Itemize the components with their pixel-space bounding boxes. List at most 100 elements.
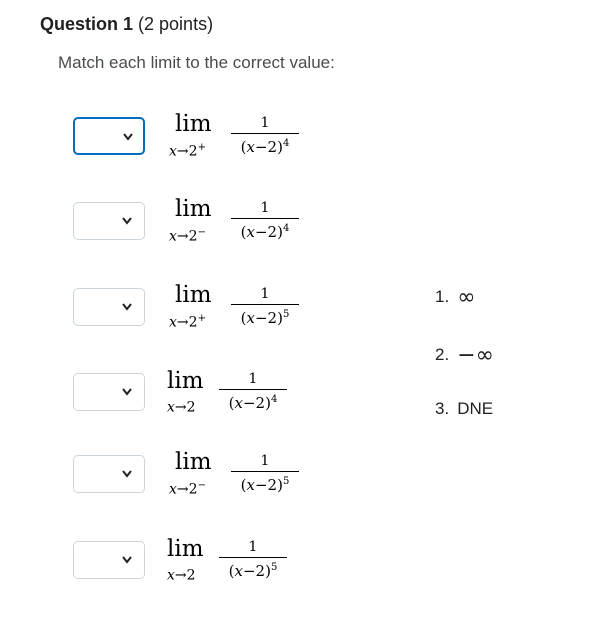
lim-arrow: → (174, 567, 187, 584)
fraction: 1 (x−2)5 (219, 539, 287, 580)
lim-point: 2 (188, 314, 198, 331)
fraction-bar (231, 304, 299, 305)
fraction: 1 (x−2)5 (231, 286, 299, 327)
denominator-base: (x−2) (240, 223, 283, 241)
denominator-exponent: 4 (270, 394, 278, 405)
lim-point: 2 (188, 143, 198, 160)
fraction-bar (219, 557, 287, 558)
denominator-base: (x−2) (228, 562, 271, 580)
lim-subscript: x→2− (169, 227, 206, 245)
lim-point: 2 (188, 481, 198, 498)
lim-operator: lim (175, 449, 212, 475)
lim-operator: lim (167, 368, 204, 394)
chevron-down-icon (120, 468, 134, 480)
answer-value: ∞ (457, 285, 476, 310)
lim-point: 2 (186, 399, 196, 416)
lim-subscript: x→2 (167, 566, 196, 584)
answer-item: 2. −∞ (435, 341, 494, 368)
answer-select[interactable] (73, 373, 145, 411)
lim-arrow: → (176, 143, 189, 160)
answer-item: 3. DNE (435, 399, 493, 419)
answer-value: −∞ (457, 343, 494, 368)
lim-operator: lim (175, 196, 212, 222)
lim-arrow: → (176, 228, 189, 245)
answer-item: 1. ∞ (435, 283, 476, 310)
lim-variable: x (169, 228, 177, 245)
fraction-denominator: (x−2)5 (241, 476, 290, 494)
fraction: 1 (x−2)4 (231, 200, 299, 241)
lim-side: + (197, 142, 206, 153)
lim-subscript: x→2+ (169, 313, 206, 331)
lim-operator: lim (175, 111, 212, 137)
match-row: lim x→2− 1 (x−2)4 (73, 196, 373, 262)
match-row: lim x→2 1 (x−2)5 (73, 536, 373, 601)
fraction: 1 (x−2)5 (231, 453, 299, 494)
answer-index: 3. (435, 399, 450, 418)
fraction-numerator: 1 (260, 453, 270, 469)
fraction: 1 (x−2)4 (231, 115, 299, 156)
lim-arrow: → (174, 399, 187, 416)
fraction-bar (231, 133, 299, 134)
lim-subscript: x→2+ (169, 142, 206, 160)
denominator-base: (x−2) (240, 476, 283, 494)
fraction-numerator: 1 (260, 286, 270, 302)
answer-select[interactable] (73, 117, 145, 155)
question-points: (2 points) (138, 14, 214, 34)
fraction: 1 (x−2)4 (219, 371, 287, 412)
lim-arrow: → (176, 314, 189, 331)
match-row: lim x→2 1 (x−2)4 (73, 368, 373, 433)
match-row: lim x→2− 1 (x−2)5 (73, 449, 373, 515)
chevron-down-icon (120, 386, 134, 398)
lim-variable: x (169, 314, 177, 331)
denominator-base: (x−2) (228, 394, 271, 412)
fraction-numerator: 1 (260, 115, 270, 131)
fraction-numerator: 1 (248, 539, 258, 555)
fraction-denominator: (x−2)4 (241, 138, 290, 156)
lim-variable: x (167, 399, 175, 416)
lim-point: 2 (188, 228, 198, 245)
fraction-bar (219, 389, 287, 390)
fraction-numerator: 1 (260, 200, 270, 216)
lim-side: − (197, 227, 206, 238)
fraction-denominator: (x−2)4 (241, 223, 290, 241)
lim-subscript: x→2 (167, 398, 196, 416)
fraction-numerator: 1 (248, 371, 258, 387)
chevron-down-icon (120, 554, 134, 566)
denominator-base: (x−2) (240, 138, 283, 156)
denominator-exponent: 4 (282, 223, 290, 234)
lim-point: 2 (186, 567, 196, 584)
fraction-denominator: (x−2)5 (229, 562, 278, 580)
answer-select[interactable] (73, 288, 145, 326)
lim-operator: lim (175, 282, 212, 308)
lim-variable: x (167, 567, 175, 584)
answer-index: 2. (435, 345, 450, 364)
answer-select[interactable] (73, 541, 145, 579)
chevron-down-icon (120, 215, 134, 227)
fraction-denominator: (x−2)4 (229, 394, 278, 412)
denominator-exponent: 5 (282, 309, 290, 320)
denominator-exponent: 5 (270, 562, 278, 573)
fraction-denominator: (x−2)5 (241, 309, 290, 327)
lim-variable: x (169, 481, 177, 498)
denominator-exponent: 4 (282, 138, 290, 149)
question-number: Question 1 (40, 14, 134, 34)
denominator-base: (x−2) (240, 309, 283, 327)
answer-select[interactable] (73, 202, 145, 240)
answer-value: DNE (457, 399, 494, 418)
fraction-bar (231, 218, 299, 219)
match-row: lim x→2+ 1 (x−2)5 (73, 282, 373, 348)
answer-index: 1. (435, 287, 450, 306)
question-title: Question 1 (2 points) (40, 14, 213, 35)
match-row: lim x→2+ 1 (x−2)4 (73, 111, 373, 177)
answer-select[interactable] (73, 455, 145, 493)
lim-arrow: → (176, 481, 189, 498)
lim-operator: lim (167, 536, 204, 562)
lim-subscript: x→2− (169, 480, 206, 498)
chevron-down-icon (121, 131, 135, 143)
lim-variable: x (169, 143, 177, 160)
lim-side: − (197, 480, 206, 491)
question-prompt: Match each limit to the correct value: (58, 53, 335, 72)
lim-side: + (197, 313, 206, 324)
denominator-exponent: 5 (282, 476, 290, 487)
chevron-down-icon (120, 301, 134, 313)
